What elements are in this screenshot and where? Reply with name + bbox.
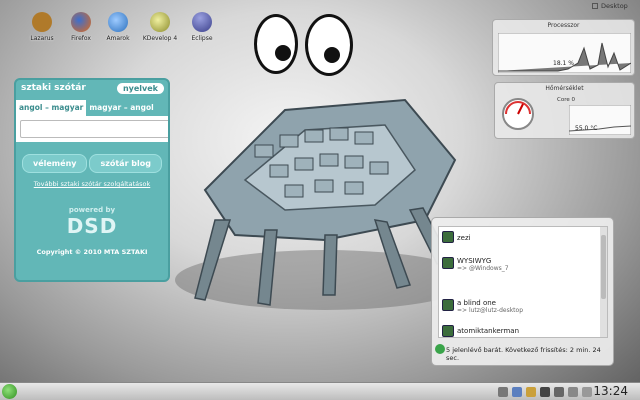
contact-avatar-icon [442, 231, 454, 243]
tab-hungarian-english[interactable]: magyar – angol [86, 100, 156, 116]
contact-item[interactable]: WYSIWYG => @Windows_7 [457, 257, 509, 272]
battery-tray-icon[interactable] [582, 387, 592, 397]
sztaki-dictionary-widget: sztaki szótár nyelvek angol – magyar mag… [14, 78, 170, 282]
dictionary-buttons: vélemény szótár blog [16, 142, 168, 173]
more-services-link[interactable]: További sztaki szótár szolgáltatások [16, 180, 168, 188]
taskbar: 13:24 [0, 382, 640, 400]
wallpaper-creature [175, 98, 465, 310]
volume-tray-icon[interactable] [554, 387, 564, 397]
show-desktop-button[interactable]: Desktop [592, 0, 636, 12]
temperature-gauge-icon [502, 98, 534, 130]
wifi-tray-icon[interactable] [568, 387, 578, 397]
firefox-icon [71, 12, 91, 32]
desktop-icon-firefox[interactable]: Firefox [61, 12, 101, 42]
contact-list-scrollbar[interactable] [600, 227, 607, 337]
right-eye [305, 14, 353, 76]
powered-by-label: powered by [68, 206, 116, 214]
desktop-icon-amarok[interactable]: Amarok [98, 12, 138, 42]
kdevelop-icon [150, 12, 170, 32]
core-label: Core 0 [557, 97, 575, 103]
language-tabs: angol – magyar magyar – angol [16, 100, 168, 116]
contact-item[interactable]: atomiktankerman [457, 327, 519, 335]
dictionary-header: sztaki szótár nyelvek [16, 80, 168, 100]
mail-tray-icon[interactable] [540, 387, 550, 397]
lazarus-icon [32, 12, 52, 32]
temperature-title: Hőmérséklet [545, 85, 584, 92]
contact-item[interactable]: zezi [457, 234, 471, 242]
cpu-graph [498, 33, 631, 73]
amarok-icon [108, 12, 128, 32]
desktop-icon-lazarus[interactable]: Lazarus [22, 12, 62, 42]
dsd-logo: DSD [66, 214, 118, 238]
desktop-icon-eclipse[interactable]: Eclipse [182, 12, 222, 42]
clock[interactable]: 13:24 [593, 384, 628, 398]
search-input[interactable] [20, 120, 168, 138]
left-eye [254, 14, 298, 74]
desktop-icon-kdevelop[interactable]: KDevelop 4 [140, 12, 180, 42]
processor-monitor-widget: Processzor 18.1 % [492, 19, 635, 76]
network-tray-icon[interactable] [498, 387, 508, 397]
audio-tray-icon[interactable] [512, 387, 522, 397]
left-pupil [275, 45, 291, 61]
temperature-value: 55.0 °C [575, 125, 598, 132]
messenger-widget: zezi WYSIWYG => @Windows_7 a blind one =… [431, 217, 614, 366]
cpu-usage-value: 18.1 % [553, 60, 574, 67]
notes-tray-icon[interactable] [526, 387, 536, 397]
contact-avatar-icon [442, 257, 454, 269]
scrollbar-thumb[interactable] [601, 235, 606, 299]
show-desktop-label: Desktop [601, 2, 628, 10]
copyright-text: Copyright © 2010 MTA SZTAKI [36, 248, 148, 256]
blog-button[interactable]: szótár blog [89, 154, 162, 173]
kde-menu-button[interactable] [2, 384, 17, 399]
languages-button[interactable]: nyelvek [116, 83, 164, 94]
desktop-icon [592, 3, 598, 9]
status-refresh-icon[interactable] [435, 344, 445, 354]
feedback-button[interactable]: vélemény [22, 154, 88, 173]
tab-english-hungarian[interactable]: angol – magyar [16, 100, 87, 116]
eclipse-icon [192, 12, 212, 32]
search-row: ▶ [16, 116, 168, 142]
contact-avatar-icon [442, 325, 454, 337]
contact-list: zezi WYSIWYG => @Windows_7 a blind one =… [438, 226, 608, 338]
contact-avatar-icon [442, 299, 454, 311]
processor-title: Processzor [547, 22, 580, 29]
temperature-monitor-widget: Hőmérséklet Core 0 55.0 °C [494, 82, 635, 139]
dictionary-title: sztaki szótár [21, 83, 86, 93]
right-pupil [324, 47, 340, 63]
contact-item[interactable]: a blind one => lutz@lutz-desktop [457, 299, 523, 314]
messenger-status-text: 5 jelenlévő barát. Következő frissítés: … [446, 346, 601, 362]
